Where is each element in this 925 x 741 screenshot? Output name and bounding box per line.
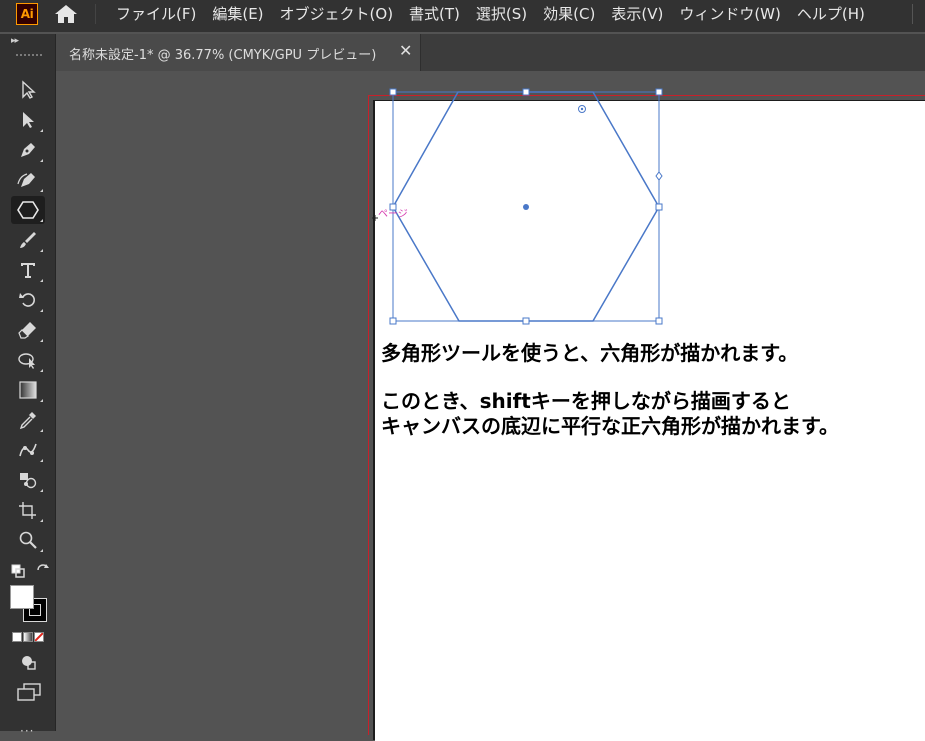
center-point — [523, 204, 529, 210]
caption-line-1: 多角形ツールを使うと、六角形が描かれます。 — [381, 341, 799, 365]
page-smart-guide-label: ページ — [378, 209, 408, 220]
handle-top-left[interactable] — [389, 88, 397, 96]
live-corner-widget-dot — [580, 107, 584, 111]
handle-top-center[interactable] — [522, 88, 530, 96]
handle-bottom-right[interactable] — [655, 317, 663, 325]
polygon-side-widget[interactable] — [655, 171, 663, 181]
handle-bottom-center[interactable] — [522, 317, 530, 325]
handle-middle-right[interactable] — [655, 203, 663, 211]
handle-bottom-left[interactable] — [389, 317, 397, 325]
handle-top-right[interactable] — [655, 88, 663, 96]
caption-line-3: キャンバスの底辺に平行な正六角形が描かれます。 — [381, 414, 839, 438]
